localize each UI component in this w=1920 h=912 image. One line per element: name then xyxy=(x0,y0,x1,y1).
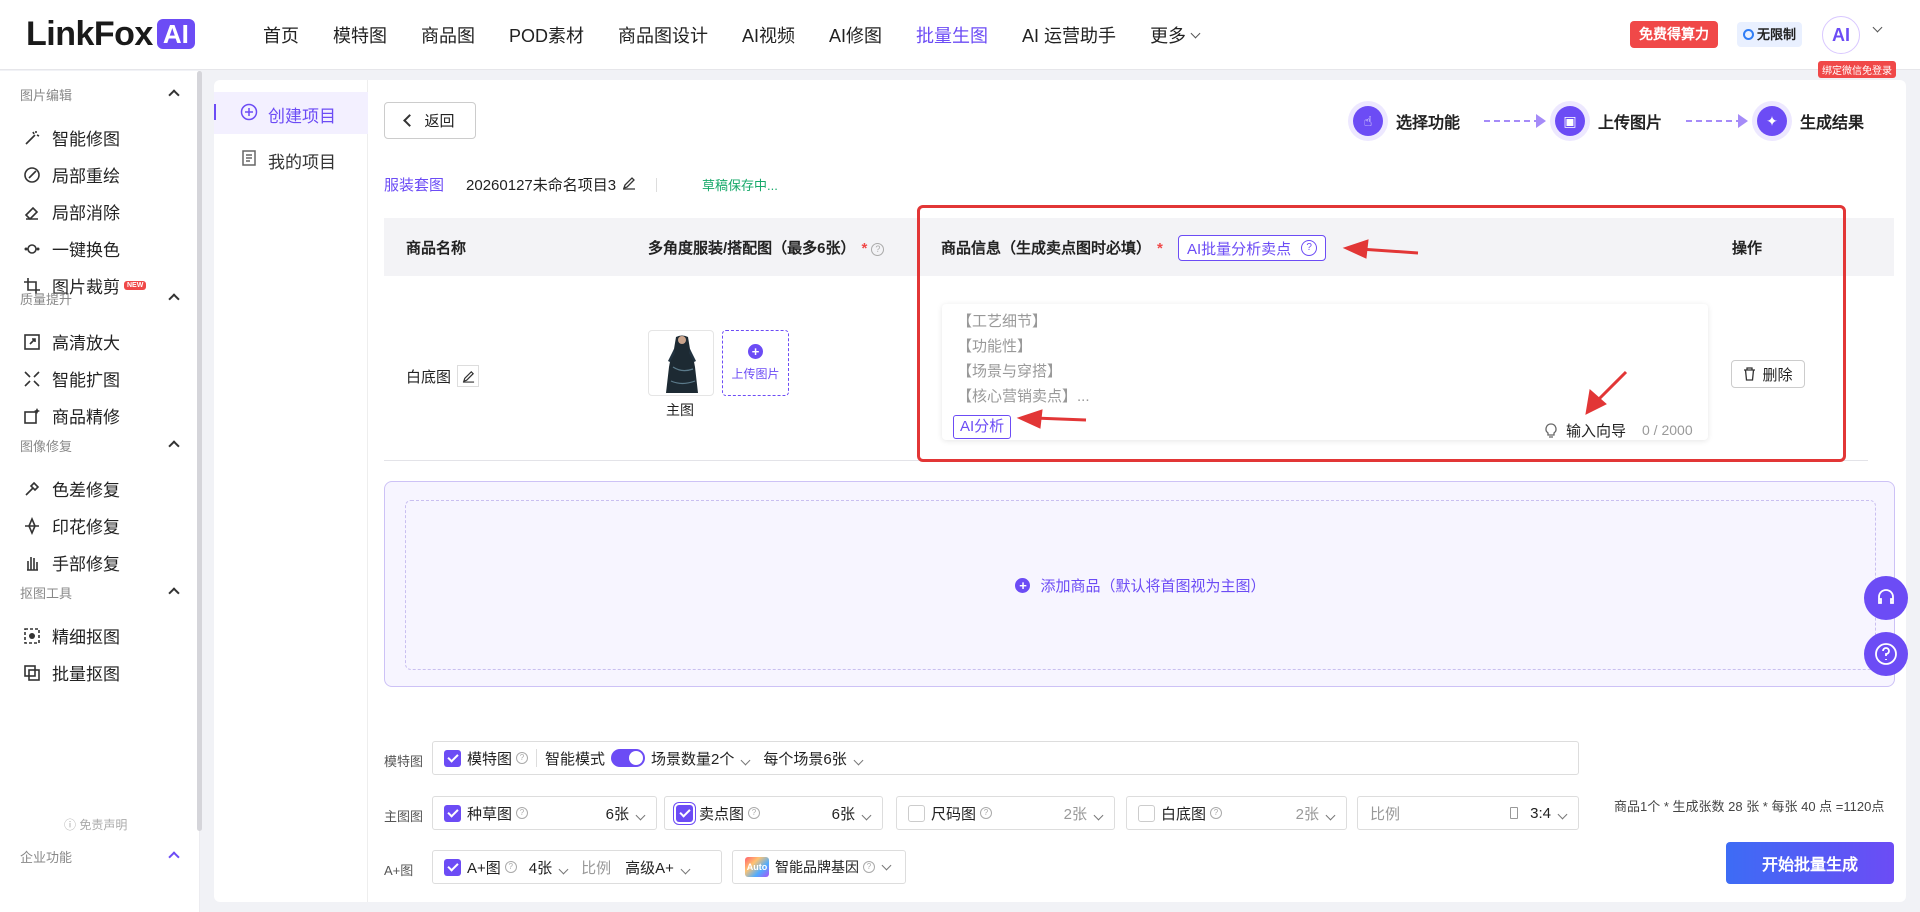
selling-point-image-option: 卖点图? 6张 xyxy=(664,796,883,830)
help-icon[interactable]: ? xyxy=(516,752,529,764)
seeding-image-option: 种草图? 6张 xyxy=(432,796,657,830)
option-label: 尺码图 xyxy=(931,805,977,823)
aplus-checkbox[interactable] xyxy=(444,858,461,876)
selling-point-count-select[interactable]: 6张 xyxy=(831,803,872,824)
option-label: 白底图 xyxy=(1161,805,1207,823)
main-row-label: 主图图 xyxy=(384,809,424,824)
help-icon[interactable]: ? xyxy=(748,807,761,819)
help-icon[interactable]: ? xyxy=(504,861,517,873)
smart-mode-label: 智能模式 xyxy=(545,750,606,768)
scene-count-value: 场景数量2个 xyxy=(651,750,735,768)
start-batch-button[interactable]: 开始批量生成 xyxy=(1726,842,1894,884)
option-label: 种草图 xyxy=(467,805,513,823)
white-bg-option: 白底图? 2张 xyxy=(1126,796,1347,830)
help-button[interactable] xyxy=(1864,632,1908,676)
count-value: 6张 xyxy=(605,805,629,823)
help-icon xyxy=(1875,643,1897,665)
per-scene-select[interactable]: 每个场景6张 xyxy=(763,748,864,769)
add-product-area: + 添加商品（默认将首图视为主图） xyxy=(384,481,1895,687)
divider xyxy=(536,749,538,767)
aplus-count-select[interactable]: 4张 xyxy=(528,857,569,878)
size-chart-count-select[interactable]: 2张 xyxy=(1063,803,1104,824)
aplus-ratio-select[interactable]: 高级A+ xyxy=(625,857,691,878)
auto-icon: Auto xyxy=(745,857,769,877)
ratio-value-wrap: 3:4 xyxy=(1530,804,1568,822)
annotation-arrow xyxy=(1594,370,1628,404)
model-row-label: 模特图 xyxy=(384,754,424,769)
ratio-label: 比例 xyxy=(581,859,612,877)
seeding-image-checkbox[interactable] xyxy=(444,804,461,822)
add-product-button[interactable]: + 添加商品（默认将首图视为主图） xyxy=(405,500,1876,670)
size-chart-checkbox[interactable] xyxy=(908,804,925,822)
model-options-bar: 模特图? 智能模式 场景数量2个 每个场景6张 xyxy=(432,741,1579,775)
brand-gene-select[interactable]: Auto 智能品牌基因? xyxy=(732,850,906,884)
chevron-down-icon xyxy=(558,864,569,874)
cost-summary: 商品1个 * 生成张数 28 张 * 每张 40 点 =1120点 xyxy=(1614,799,1885,814)
help-icon[interactable]: ? xyxy=(516,807,529,819)
selling-point-checkbox[interactable] xyxy=(676,804,693,822)
annotation-arrows xyxy=(1016,239,1628,429)
count-value: 2张 xyxy=(1063,805,1087,823)
per-scene-value: 每个场景6张 xyxy=(763,750,847,768)
white-bg-count-select[interactable]: 2张 xyxy=(1295,803,1336,824)
aplus-options-bar: A+图? 4张 比例 高级A+ xyxy=(432,850,722,884)
customer-service-button[interactable] xyxy=(1864,576,1908,620)
help-icon[interactable]: ? xyxy=(980,807,993,819)
chevron-down-icon xyxy=(853,755,864,765)
count-value: 2张 xyxy=(1295,805,1319,823)
ratio-value: 3:4 xyxy=(1530,804,1551,822)
ratio-label: 比例 xyxy=(1370,805,1401,823)
headset-icon xyxy=(1878,589,1894,604)
chevron-down-icon xyxy=(1557,809,1568,819)
option-label: 卖点图 xyxy=(699,805,745,823)
ratio-value: 高级A+ xyxy=(625,859,674,877)
help-icon[interactable]: ? xyxy=(1210,807,1223,819)
portrait-icon xyxy=(1510,807,1519,819)
annotation-arrowhead xyxy=(1016,409,1043,429)
chevron-down-icon xyxy=(635,810,646,820)
add-product-label: 添加商品（默认将首图视为主图） xyxy=(1040,577,1266,595)
chevron-down-icon xyxy=(680,864,691,874)
model-image-label: 模特图 xyxy=(467,750,513,768)
size-chart-option: 尺码图? 2张 xyxy=(896,796,1115,830)
help-icon[interactable]: ? xyxy=(863,861,875,873)
brand-gene-label: 智能品牌基因 xyxy=(775,859,859,875)
smart-mode-toggle[interactable] xyxy=(611,749,646,767)
scene-count-select[interactable]: 场景数量2个 xyxy=(651,748,751,769)
aplus-row-label: A+图 xyxy=(384,863,414,878)
plus-icon: + xyxy=(1015,577,1031,593)
model-image-checkbox[interactable] xyxy=(444,749,461,767)
white-bg-checkbox[interactable] xyxy=(1138,804,1155,822)
chevron-down-icon xyxy=(1325,810,1336,820)
option-label: A+图 xyxy=(467,859,501,877)
chevron-down-icon xyxy=(1093,810,1104,820)
count-value: 4张 xyxy=(528,859,553,877)
ratio-select[interactable]: 比例 3:4 xyxy=(1357,796,1579,830)
annotation-arrow xyxy=(1359,247,1419,255)
chevron-down-icon xyxy=(881,860,892,870)
annotation-arrow xyxy=(1033,416,1087,422)
chevron-down-icon xyxy=(740,755,751,765)
seeding-count-select[interactable]: 6张 xyxy=(605,803,646,824)
annotation-arrowhead xyxy=(1342,239,1369,259)
chevron-down-icon xyxy=(861,810,872,820)
count-value: 6张 xyxy=(831,805,855,823)
